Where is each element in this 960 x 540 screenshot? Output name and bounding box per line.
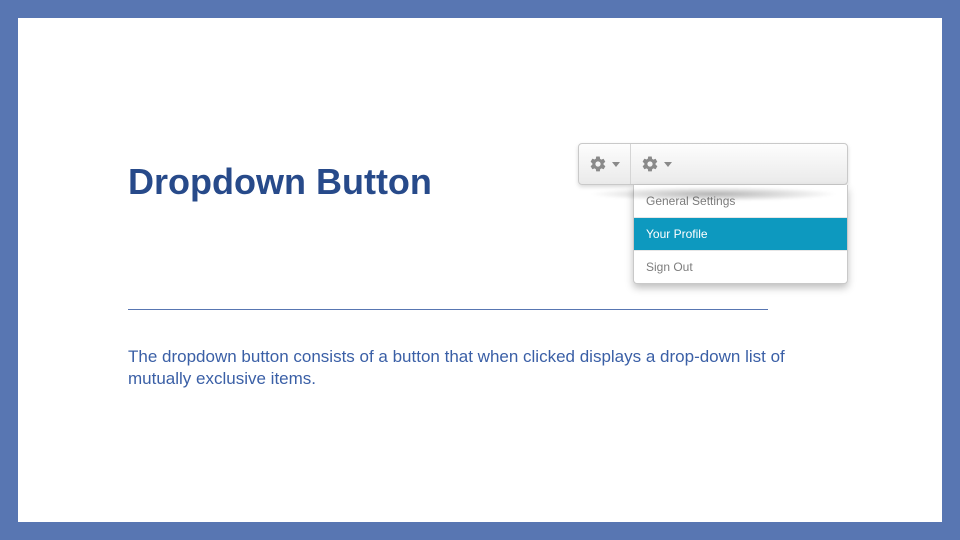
gear-icon [641,155,659,173]
settings-dropdown-button-1[interactable] [579,144,631,184]
shadow-decoration [592,187,835,201]
toolbar [578,143,848,185]
dropdown-demo: General Settings Your Profile Sign Out [578,143,848,185]
menu-item-sign-out[interactable]: Sign Out [634,251,847,283]
chevron-down-icon [612,162,620,167]
menu-item-your-profile[interactable]: Your Profile [634,218,847,251]
settings-dropdown-button-2[interactable] [631,144,682,184]
divider [128,309,768,310]
chevron-down-icon [664,162,672,167]
header-row: Dropdown Button [128,143,848,203]
gear-icon [589,155,607,173]
description-text: The dropdown button consists of a button… [128,346,813,390]
content-area: Dropdown Button [128,143,848,390]
slide-frame: Dropdown Button [0,0,960,540]
page-title: Dropdown Button [128,161,432,203]
